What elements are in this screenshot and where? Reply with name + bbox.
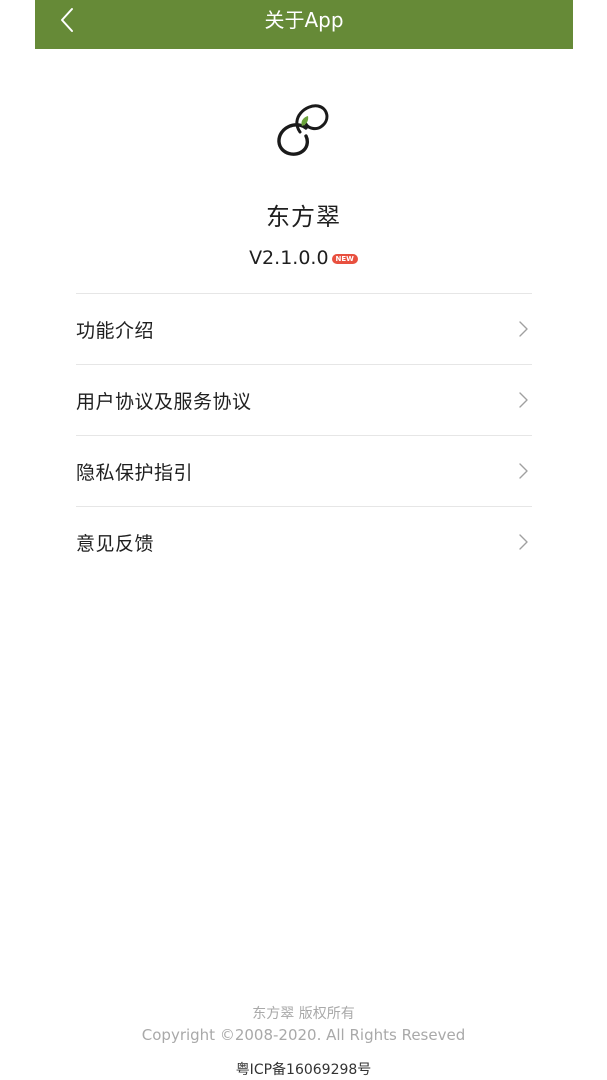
menu-item-label: 功能介绍 (76, 319, 155, 342)
menu-item-user-agreement[interactable]: 用户协议及服务协议 (76, 365, 532, 436)
page-title: 关于App (264, 8, 344, 32)
icp-link[interactable]: 粤ICP备16069298号 (0, 1060, 607, 1080)
app-version: V2.1.0.0 (249, 247, 329, 269)
new-badge: NEW (331, 254, 358, 264)
top-app-bar: 关于App (35, 0, 573, 49)
menu-item-privacy-guide[interactable]: 隐私保护指引 (76, 436, 532, 507)
chevron-right-icon (519, 392, 528, 408)
about-menu: 功能介绍 用户协议及服务协议 隐私保护指引 意见反馈 (76, 293, 532, 577)
menu-item-features[interactable]: 功能介绍 (76, 294, 532, 365)
version-row: V2.1.0.0 NEW (0, 245, 607, 271)
chevron-right-icon (519, 463, 528, 479)
chevron-right-icon (519, 321, 528, 337)
app-name: 东方翠 (266, 203, 341, 231)
menu-item-label: 意见反馈 (76, 532, 155, 555)
app-logo (270, 98, 336, 160)
menu-item-label: 隐私保护指引 (76, 461, 194, 484)
chevron-right-icon (519, 534, 528, 550)
menu-item-feedback[interactable]: 意见反馈 (76, 507, 532, 577)
copyright-text: Copyright ©2008-2020. All Rights Reseved (141, 1026, 466, 1044)
copyright-owner: 东方翠 版权所有 (252, 1006, 355, 1022)
menu-item-label: 用户协议及服务协议 (76, 390, 252, 413)
